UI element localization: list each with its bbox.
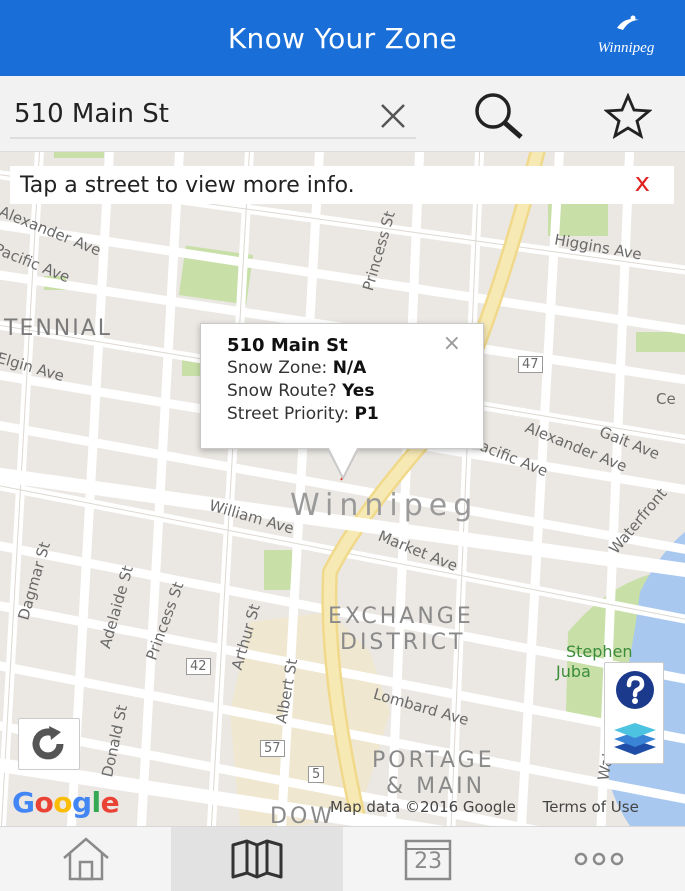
close-icon [381,104,405,128]
calendar-icon: 23 [404,837,452,881]
popup-label: Street Priority: [227,404,355,424]
tab-more[interactable] [514,827,685,891]
bottom-nav: 23 [0,826,685,891]
logo-text: Winnipeg [597,40,655,56]
star-icon [604,93,652,139]
popup-value: N/A [332,358,367,378]
popup-value: Yes [342,381,375,401]
app-root: Know Your Zone Winnipeg 510 Main St TENN… [0,0,685,891]
winnipeg-logo: Winnipeg [587,14,665,62]
instruction-banner: Tap a street to view more info. x [10,166,674,204]
layers-button[interactable] [609,715,661,761]
banner-close-button[interactable]: x [635,168,650,198]
app-title: Know Your Zone [227,21,458,55]
more-icon [575,852,624,866]
help-button[interactable] [609,667,661,713]
map-attribution: Map data ©2016 Google Terms of Use [330,798,639,816]
popup-row-snow-zone: Snow Zone: N/A [227,357,483,380]
map-label-juba: Juba [556,662,591,681]
instruction-text: Tap a street to view more info. [20,172,355,198]
map-label-district: DISTRICT [340,630,466,655]
app-header: Know Your Zone Winnipeg [0,0,685,76]
calendar-day: 23 [414,849,443,874]
google-logo: Google [12,786,120,819]
map-label-portage: PORTAGE [372,748,495,773]
map-icon [231,839,283,879]
tab-home[interactable] [0,827,171,891]
refresh-icon [32,726,64,760]
home-icon [62,837,109,881]
street-info-popup: 510 Main St Snow Zone: N/A Snow Route? Y… [200,323,484,480]
favorite-button[interactable] [600,90,656,142]
map-label-hwy47: 47 [518,356,543,373]
map-label-hwy42: 42 [186,658,211,675]
popup-label: Snow Zone: [227,358,333,378]
help-icon [616,671,654,709]
search-input-underline [10,137,416,139]
layers-icon [614,723,656,755]
map-view[interactable]: TENNIAL Alexander Ave Pacific Ave Elgin … [0,152,685,826]
popup-row-street-priority: Street Priority: P1 [227,403,483,426]
map-label-winnipeg: Winnipeg [290,488,479,523]
popup-close-button[interactable]: × [443,332,461,355]
refresh-button[interactable] [18,718,80,770]
map-label-tennial: TENNIAL [4,316,113,341]
popup-value: P1 [354,404,379,424]
terms-of-use-link[interactable]: Terms of Use [543,798,639,816]
clear-search-button[interactable] [368,94,418,138]
map-label-ce: Ce [656,390,676,408]
popup-tail [329,448,357,476]
tab-calendar[interactable]: 23 [343,827,514,891]
search-icon [475,93,523,139]
map-label-dow: DOW [270,804,336,826]
map-label-exchange: EXCHANGE [328,604,474,629]
logo-swoosh-icon [617,15,639,30]
map-label-stephen: Stephen [566,642,633,661]
map-label-and-main: & MAIN [386,774,486,799]
search-bar [0,76,685,152]
popup-label: Snow Route? [227,381,343,401]
map-data-text: Map data ©2016 Google [330,798,516,816]
tab-map[interactable] [171,827,343,891]
map-side-controls [604,662,664,764]
map-label-hwy5: 5 [308,766,325,783]
search-button[interactable] [468,90,530,142]
popup-row-snow-route: Snow Route? Yes [227,380,483,403]
map-label-hwy57: 57 [260,740,285,757]
